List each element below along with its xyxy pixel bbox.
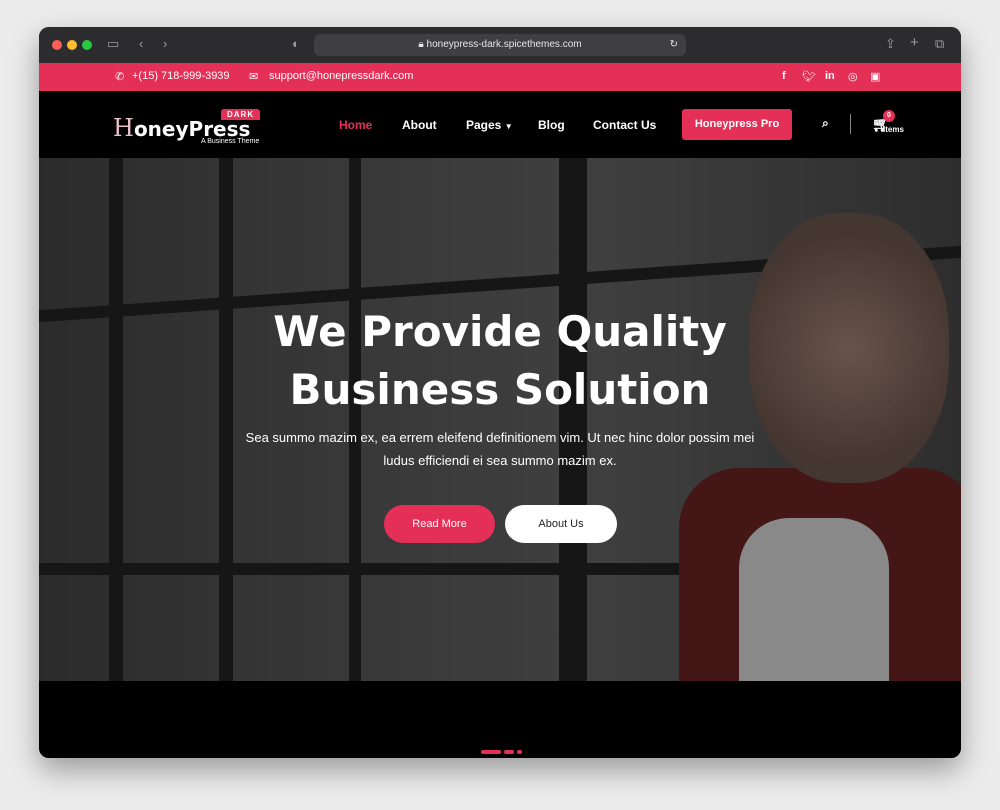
logo-word: oney: [133, 117, 189, 141]
slider-dot[interactable]: [504, 750, 514, 754]
browser-window: ▭ ‹ › ◐ 🔒︎ honeypress-dark.spicethemes.c…: [39, 27, 961, 758]
phone-number[interactable]: +(15) 718-999-3939: [132, 70, 230, 82]
new-tab-icon[interactable]: +: [910, 34, 919, 51]
cart-button[interactable]: 🛒︎ 0 Items: [872, 110, 904, 134]
nav-blog[interactable]: Blog: [538, 118, 565, 132]
logo-letter: H: [113, 114, 134, 142]
tabs-overview-icon[interactable]: ⧉: [935, 36, 944, 52]
slider-footer: [39, 681, 961, 758]
shield-icon[interactable]: ◐: [292, 36, 300, 51]
back-icon[interactable]: ‹: [139, 36, 143, 51]
nav-home[interactable]: Home: [339, 118, 372, 132]
forward-icon[interactable]: ›: [163, 36, 167, 51]
slider-dot[interactable]: [517, 750, 522, 754]
nav-contact[interactable]: Contact Us: [593, 118, 656, 132]
email-link[interactable]: support@honepressdark.com: [269, 70, 413, 82]
about-us-button[interactable]: About Us: [505, 505, 617, 543]
sidebar-icon[interactable]: ▭: [107, 36, 119, 52]
instagram-icon[interactable]: ◎: [848, 70, 858, 83]
nav-pages-label: Pages: [466, 118, 502, 132]
cart-label: Items: [883, 125, 904, 134]
facebook-icon[interactable]: f: [782, 70, 786, 82]
reload-icon[interactable]: ↻: [670, 34, 678, 56]
phone-icon: ✆: [115, 71, 125, 83]
twitter-icon[interactable]: 🐦︎: [802, 70, 816, 83]
url-text: honeypress-dark.spicethemes.com: [426, 39, 582, 50]
nav-about[interactable]: About: [402, 118, 437, 132]
linkedin-icon[interactable]: in: [825, 70, 835, 82]
maximize-window-button[interactable]: [82, 40, 92, 50]
share-icon[interactable]: ⇪: [885, 36, 896, 52]
hero-subtitle: Sea summo mazim ex, ea errem eleifend de…: [245, 430, 755, 468]
search-icon[interactable]: ⌕: [822, 116, 829, 131]
read-more-button[interactable]: Read More: [384, 505, 495, 543]
youtube-icon[interactable]: ▣: [870, 70, 880, 83]
browser-titlebar: ▭ ‹ › ◐ 🔒︎ honeypress-dark.spicethemes.c…: [39, 27, 961, 63]
minimize-window-button[interactable]: [67, 40, 77, 50]
close-window-button[interactable]: [52, 40, 62, 50]
hero-title: We Provide Quality Business Solution: [273, 307, 727, 414]
hero-overlay: [39, 158, 961, 681]
slider-dot-active[interactable]: [481, 750, 501, 754]
hero-slider: We Provide Quality Business Solution Sea…: [39, 158, 961, 681]
cart-count-badge: 0: [883, 110, 895, 122]
lock-icon: 🔒︎: [418, 39, 427, 50]
main-navbar: DARK HoneyPress A Business Theme Home Ab…: [39, 91, 961, 158]
honeypress-pro-button[interactable]: Honeypress Pro: [682, 109, 792, 140]
address-bar[interactable]: 🔒︎ honeypress-dark.spicethemes.com ↻: [314, 34, 686, 56]
nav-pages[interactable]: Pages ▼: [466, 118, 513, 132]
email-icon: ✉: [249, 71, 259, 83]
caret-down-icon: ▼: [504, 122, 513, 131]
divider: [850, 114, 851, 134]
site-logo[interactable]: DARK HoneyPress A Business Theme: [113, 109, 263, 145]
contact-bar: ✆ +(15) 718-999-3939 ✉ support@honepress…: [39, 63, 961, 91]
logo-tagline: A Business Theme: [201, 138, 260, 145]
